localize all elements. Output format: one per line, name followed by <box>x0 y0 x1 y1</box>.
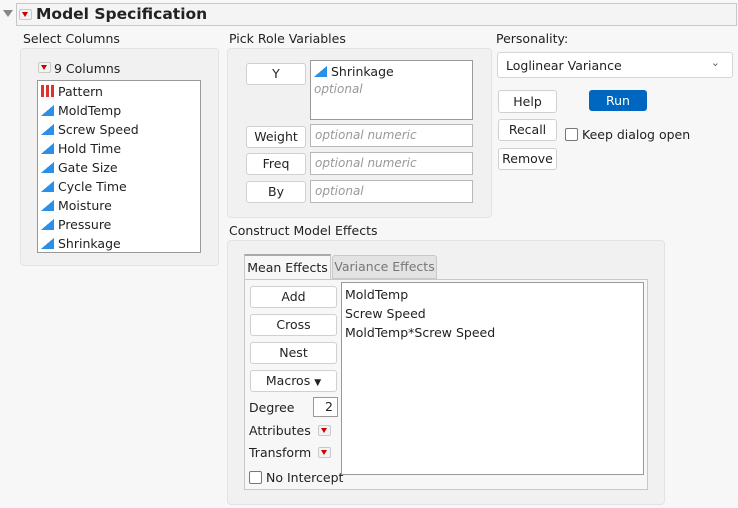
page-title: Model Specification <box>36 5 208 23</box>
personality-select[interactable]: Loglinear Variance ⌄ <box>497 52 733 78</box>
column-item[interactable]: Hold Time <box>38 139 200 158</box>
column-list[interactable]: Pattern MoldTemp Screw Speed Hold Time Gate … <box>37 80 201 253</box>
checkbox-icon[interactable] <box>249 471 262 484</box>
degree-field[interactable]: 2 <box>313 397 338 417</box>
select-columns-label: Select Columns <box>23 31 120 46</box>
effect-item[interactable]: Screw Speed <box>342 304 643 323</box>
column-item[interactable]: Screw Speed <box>38 120 200 139</box>
checkbox-icon[interactable] <box>565 128 578 141</box>
degree-label: Degree <box>249 400 295 415</box>
transform-label: Transform <box>249 445 312 460</box>
transform-menu-icon[interactable] <box>318 447 331 458</box>
nominal-icon <box>41 85 55 97</box>
continuous-icon <box>41 143 54 154</box>
column-item[interactable]: Shrinkage <box>38 234 200 253</box>
continuous-icon <box>41 105 54 116</box>
y-button[interactable]: Y <box>246 63 306 85</box>
pick-roles-label: Pick Role Variables <box>229 31 346 46</box>
cross-button[interactable]: Cross <box>250 314 337 336</box>
continuous-icon <box>41 238 54 249</box>
construct-effects-label: Construct Model Effects <box>229 223 378 238</box>
run-button[interactable]: Run <box>589 90 647 111</box>
columns-menu-icon[interactable] <box>38 62 51 73</box>
y-role-item[interactable]: Shrinkage <box>314 64 469 79</box>
column-count: 9 Columns <box>54 61 121 76</box>
effects-list[interactable]: MoldTemp Screw Speed MoldTemp*Screw Speed <box>341 282 644 475</box>
continuous-icon <box>41 162 54 173</box>
continuous-icon <box>314 66 327 77</box>
continuous-icon <box>41 200 54 211</box>
tab-mean-effects[interactable]: Mean Effects <box>244 254 331 280</box>
continuous-icon <box>41 124 54 135</box>
disclosure-triangle-icon[interactable] <box>3 10 13 17</box>
dropdown-arrow-icon: ▼ <box>314 378 322 388</box>
remove-button[interactable]: Remove <box>498 148 557 170</box>
help-button[interactable]: Help <box>498 90 557 113</box>
freq-button[interactable]: Freq <box>246 153 306 175</box>
add-button[interactable]: Add <box>250 286 337 308</box>
continuous-icon <box>41 219 54 230</box>
personality-label: Personality: <box>496 31 569 46</box>
keep-dialog-open-checkbox[interactable]: Keep dialog open <box>565 127 690 142</box>
column-item[interactable]: Pattern <box>38 82 200 101</box>
tab-variance-effects[interactable]: Variance Effects <box>332 255 437 279</box>
y-role-list[interactable]: Shrinkage optional <box>310 60 473 120</box>
by-button[interactable]: By <box>246 181 306 203</box>
y-role-placeholder: optional <box>314 82 363 96</box>
recall-button[interactable]: Recall <box>498 119 557 141</box>
no-intercept-checkbox[interactable]: No Intercept <box>249 470 343 485</box>
macros-button[interactable]: Macros ▼ <box>250 370 337 392</box>
column-item[interactable]: MoldTemp <box>38 101 200 120</box>
by-field[interactable]: optional <box>310 180 473 203</box>
attributes-menu-icon[interactable] <box>318 425 331 436</box>
freq-field[interactable]: optional numeric <box>310 152 473 175</box>
column-item[interactable]: Moisture <box>38 196 200 215</box>
effect-item[interactable]: MoldTemp*Screw Speed <box>342 323 643 342</box>
red-triangle-menu-icon[interactable] <box>19 9 32 20</box>
attributes-label: Attributes <box>249 423 311 438</box>
column-item[interactable]: Pressure <box>38 215 200 234</box>
continuous-icon <box>41 181 54 192</box>
column-item[interactable]: Cycle Time <box>38 177 200 196</box>
weight-field[interactable]: optional numeric <box>310 124 473 147</box>
column-item[interactable]: Gate Size <box>38 158 200 177</box>
nest-button[interactable]: Nest <box>250 342 337 364</box>
effect-item[interactable]: MoldTemp <box>342 285 643 304</box>
chevron-down-icon: ⌄ <box>710 56 720 69</box>
weight-button[interactable]: Weight <box>246 126 306 148</box>
